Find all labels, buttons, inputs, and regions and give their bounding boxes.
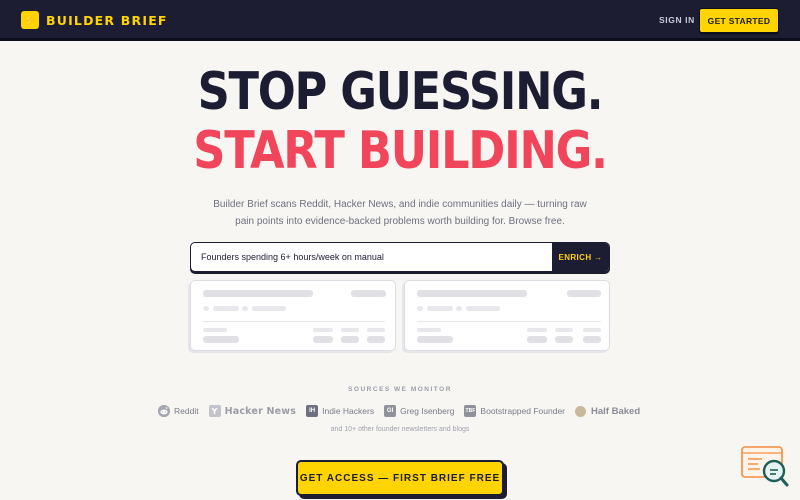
other-sources-note: and 10+ other founder newsletters and bl… (330, 426, 470, 433)
source-greg-isenberg: GI Greg Isenberg (384, 405, 454, 417)
skeleton-dot (203, 306, 209, 311)
skeleton-value (417, 336, 453, 343)
source-bootstrapped-founder: TBF Bootstrapped Founder (464, 405, 565, 417)
hero-headline-line2: START BUILDING. (193, 121, 608, 181)
skeleton-dot (417, 306, 423, 311)
skeleton-value (313, 336, 333, 343)
lightning-bolt-icon: ⚡ (21, 11, 39, 29)
enrich-button[interactable]: ENRICH → (552, 243, 609, 271)
skeleton-value (555, 336, 573, 343)
skeleton-value (367, 336, 385, 343)
skeleton-label (555, 328, 573, 332)
source-label: Greg Isenberg (400, 406, 455, 416)
loading-card-right (404, 280, 610, 351)
skeleton-badge (351, 290, 386, 297)
skeleton-meta (427, 306, 453, 311)
skeleton-value (203, 336, 239, 343)
hero-headline-line1: STOP GUESSING. (197, 62, 604, 122)
source-hacker-news: Y Hacker News (208, 405, 297, 417)
enrich-search-bar: ENRICH → (190, 242, 610, 272)
skeleton-meta (213, 306, 239, 311)
skeleton-title (203, 290, 313, 297)
brand-name: BUILDER BRIEF (46, 12, 168, 28)
sources-heading: SOURCES WE MONITOR (348, 386, 452, 393)
greg-isenberg-icon: GI (384, 405, 397, 417)
skeleton-value (583, 336, 601, 343)
hero-subtitle: Builder Brief scans Reddit, Hacker News,… (213, 199, 587, 227)
source-label: Indie Hackers (322, 406, 375, 416)
indie-hackers-icon: IH (306, 405, 319, 417)
source-half-baked: Half Baked (575, 405, 641, 417)
source-label: Half Baked (591, 405, 641, 417)
skeleton-label (583, 328, 601, 332)
source-indie-hackers: IH Indie Hackers (306, 405, 374, 417)
source-label: Bootstrapped Founder (480, 406, 566, 416)
reddit-icon (158, 405, 170, 417)
bootstrapped-founder-icon: TBF (464, 405, 477, 417)
search-chat-icon[interactable] (740, 445, 790, 489)
skeleton-meta (252, 306, 286, 311)
y-combinator-icon: Y (208, 405, 221, 417)
brand-logo[interactable]: ⚡ BUILDER BRIEF (21, 11, 168, 29)
skeleton-title (417, 290, 527, 297)
skeleton-meta (466, 306, 500, 311)
source-reddit: Reddit (158, 405, 199, 417)
skeleton-badge (567, 290, 601, 297)
skeleton-label (527, 328, 547, 332)
skeleton-label (341, 328, 359, 332)
problem-search-input[interactable] (191, 243, 552, 271)
skeleton-label (367, 328, 385, 332)
loading-card-left (190, 280, 396, 351)
get-access-button[interactable]: GET ACCESS — FIRST BRIEF FREE (296, 460, 504, 496)
skeleton-dot (242, 306, 248, 311)
source-label: Reddit (174, 406, 199, 416)
skeleton-divider (203, 321, 385, 322)
top-navbar: ⚡ BUILDER BRIEF SIGN IN GET STARTED (0, 0, 800, 41)
skeleton-label (203, 328, 227, 332)
sources-list: Reddit Y Hacker News IH Indie Hackers GI… (158, 403, 650, 419)
skeleton-dot (456, 306, 462, 311)
sign-in-link[interactable]: SIGN IN (659, 15, 695, 25)
skeleton-value (341, 336, 359, 343)
half-baked-icon (575, 405, 587, 417)
skeleton-value (527, 336, 547, 343)
get-started-button[interactable]: GET STARTED (699, 8, 779, 33)
skeleton-divider (417, 321, 601, 322)
skeleton-label (313, 328, 333, 332)
source-label: Hacker News (224, 405, 297, 417)
skeleton-label (417, 328, 441, 332)
